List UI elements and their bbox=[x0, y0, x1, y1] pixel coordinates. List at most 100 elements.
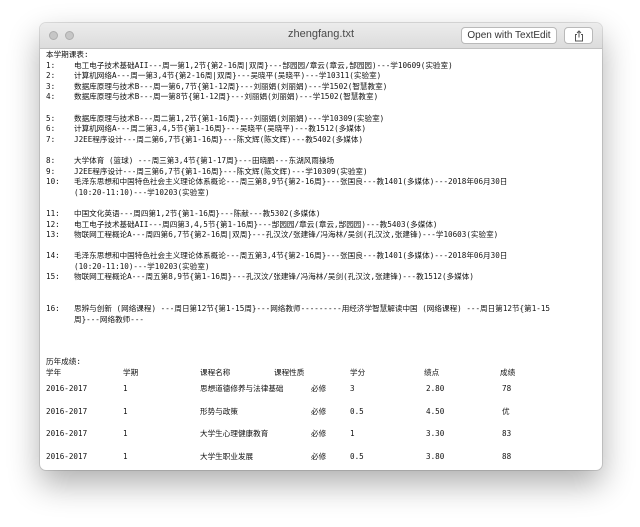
schedule-row: 16: 思辨与创新 (网络课程) ---周日第12节{第1-15周}---网络教师… bbox=[46, 304, 602, 315]
schedule-row-text: 物联网工程概论A---周五第8,9节{第1-16周}---孔汉汶/张建锋/冯海林… bbox=[74, 272, 474, 282]
schedule-row: 8: 大学体育 (篮球) ---周三第3,4节{第1-17周}---田晓鹏---东… bbox=[46, 156, 602, 167]
schedule-row: 周}---网络教师--- bbox=[46, 315, 602, 326]
schedule-row-number: 8: bbox=[46, 155, 56, 165]
grade-cell-term: 1 bbox=[123, 451, 128, 461]
schedule-row-number: 12: bbox=[46, 219, 60, 229]
schedule-row bbox=[46, 198, 602, 209]
open-with-textedit-button[interactable]: Open with TextEdit bbox=[461, 27, 557, 44]
schedule-row: 14: 毛泽东思想和中国特色社会主义理论体系概论---周五第3,4节{第2-16周… bbox=[46, 251, 602, 262]
schedule-row-number: 2: bbox=[46, 71, 56, 81]
schedule-row: 5: 数据库原理与技术B---周二第1,2节{第1-16周}---刘丽娟(刘丽娟)… bbox=[46, 114, 602, 125]
grade-cell-type: 必修 bbox=[311, 451, 327, 461]
schedule-title: 本学期课表: bbox=[46, 50, 89, 59]
schedule-row-number: 15: bbox=[46, 272, 60, 282]
header-course: 课程名称 bbox=[200, 367, 231, 377]
schedule-row-number bbox=[46, 294, 74, 305]
schedule-row-number: 9: bbox=[46, 166, 56, 176]
grades-title: 历年成绩: bbox=[46, 357, 81, 367]
close-window-icon[interactable] bbox=[49, 31, 58, 40]
grade-cell-year: 2016-2017 bbox=[46, 406, 88, 416]
schedule-row-text: 毛泽东思想和中国特色社会主义理论体系概论---周五第3,4节{第2-16周}--… bbox=[74, 251, 508, 261]
grade-cell-point: 4.50 bbox=[426, 406, 445, 416]
grade-row: 2016-2017 1 大学生心理健康教育 必修 1 3.30 83 bbox=[46, 423, 602, 446]
schedule-row-number: 13: bbox=[46, 230, 60, 240]
schedule-row: 4: 数据库原理与技术B---周一第8节{第1-12周}---刘丽娟(刘丽娟)--… bbox=[46, 92, 602, 103]
grade-row: 2016-2017 1 思想道德修养与法律基础 必修 3 2.80 78 bbox=[46, 378, 602, 401]
header-credit: 学分 bbox=[350, 367, 366, 377]
schedule-row-text: 计算机网络A---周二第3,4,5节{第1-16周}---吴晓平(吴晓平)---… bbox=[74, 124, 367, 134]
schedule-row-text: (10:20-11:10)---学10203(实验室) bbox=[74, 261, 210, 271]
grade-cell-course: 大学生心理健康教育 bbox=[200, 429, 269, 439]
grade-cell-credit: 3 bbox=[350, 384, 355, 394]
header-point: 绩点 bbox=[424, 367, 440, 377]
grade-cell-point: 2.80 bbox=[426, 384, 445, 394]
schedule-row: (10:20-11:10)---学10203(实验室) bbox=[46, 262, 602, 273]
grade-cell-year: 2016-2017 bbox=[46, 429, 88, 439]
schedule-row: 12: 电工电子技术基础AII---周四第3,4,5节{第1-16周}---郜园园… bbox=[46, 220, 602, 231]
schedule-row-number bbox=[46, 241, 74, 252]
fullscreen-window-icon[interactable] bbox=[65, 31, 74, 40]
schedule-row-text: 电工电子技术基础AII---周四第3,4,5节{第1-16周}---郜园园/章云… bbox=[74, 219, 438, 229]
schedule-row: 6: 计算机网络A---周二第3,4,5节{第1-16周}---吴晓平(吴晓平)-… bbox=[46, 124, 602, 135]
grade-cell-score: 78 bbox=[502, 384, 512, 394]
schedule-row-number bbox=[46, 262, 74, 273]
schedule-row-text: 电工电子技术基础AII---周一第1,2节{第2-16周|双周}---郜园园/章… bbox=[74, 60, 453, 70]
schedule-row-number bbox=[46, 145, 74, 156]
schedule-row-number: 3: bbox=[46, 81, 56, 91]
grade-cell-course: 思想道德修养与法律基础 bbox=[200, 384, 284, 394]
schedule-row-text: 数据库原理与技术B---周一第6,7节{第1-12周}---刘丽娟(刘丽娟)--… bbox=[74, 81, 388, 91]
grade-cell-term: 1 bbox=[123, 429, 128, 439]
grade-cell-term: 1 bbox=[123, 406, 128, 416]
grade-cell-course: 大学生职业发展 bbox=[200, 451, 254, 461]
schedule-row-text: 计算机网络A---周一第3,4节{第2-16周|双周}---吴晓平(吴晓平)--… bbox=[74, 71, 382, 81]
schedule-row-text: (10:20-11:10)---学10203(实验室) bbox=[74, 187, 210, 197]
schedule-row-text: 中国文化英语---周四第1,2节{第1-16周}---陈献---教5302(多媒… bbox=[74, 208, 321, 218]
schedule-row-number: 10: bbox=[46, 177, 60, 187]
textedit-quicklook-window: zhengfang.txt Open with TextEdit 本学期课表: … bbox=[40, 23, 602, 470]
grades-header-row: 学年 学期 课程名称 课程性质 学分 绩点 成绩 bbox=[46, 368, 602, 379]
schedule-row-number bbox=[46, 198, 74, 209]
schedule-row-number: 6: bbox=[46, 124, 56, 134]
schedule-row-text: 数据库原理与技术B---周一第8节{第1-12周}---刘丽娟(刘丽娟)---学… bbox=[74, 92, 379, 102]
schedule-row-number: 14: bbox=[46, 251, 60, 261]
schedule-row: 3: 数据库原理与技术B---周一第6,7节{第1-12周}---刘丽娟(刘丽娟)… bbox=[46, 82, 602, 93]
grade-cell-type: 必修 bbox=[311, 406, 327, 416]
grade-cell-year: 2016-2017 bbox=[46, 384, 88, 394]
schedule-row: 15: 物联网工程概论A---周五第8,9节{第1-16周}---孔汉汶/张建锋/… bbox=[46, 272, 602, 283]
schedule-row-number: 1: bbox=[46, 60, 56, 70]
schedule-row-text: J2EE程序设计---周二第6,7节{第1-16周}---陈文辉(陈文辉)---… bbox=[74, 134, 364, 144]
grade-cell-type: 必修 bbox=[311, 384, 327, 394]
schedule-row: 10: 毛泽东思想和中国特色社会主义理论体系概论---周三第8,9节{第2-16周… bbox=[46, 177, 602, 188]
schedule-row: (10:20-11:10)---学10203(实验室) bbox=[46, 188, 602, 199]
grade-cell-point: 3.80 bbox=[426, 451, 445, 461]
share-button[interactable] bbox=[564, 27, 593, 44]
schedule-row-number: 5: bbox=[46, 113, 56, 123]
schedule-row: 13: 物联网工程概论A---周四第6,7节{第2-16周|双周}---孔汉汶/张… bbox=[46, 230, 602, 241]
schedule-row-text: 思辨与创新 (网络课程) ---周日第12节{第1-15周}---网络教师---… bbox=[74, 304, 551, 314]
schedule-row-number bbox=[46, 103, 74, 114]
header-term: 学期 bbox=[123, 367, 139, 377]
schedule-row-text: J2EE程序设计---周三第6,7节{第1-16周}---陈文辉(陈文辉)---… bbox=[74, 166, 368, 176]
title-bar: zhengfang.txt Open with TextEdit bbox=[40, 23, 602, 49]
grade-row: 2016-2017 1 形势与政策 必修 0.5 4.50 优 bbox=[46, 401, 602, 424]
grade-cell-credit: 1 bbox=[350, 429, 355, 439]
schedule-row: 9: J2EE程序设计---周三第6,7节{第1-16周}---陈文辉(陈文辉)-… bbox=[46, 167, 602, 178]
schedule-row-text: 毛泽东思想和中国特色社会主义理论体系概论---周三第8,9节{第2-16周}--… bbox=[74, 177, 508, 187]
schedule-row-text: 周}---网络教师--- bbox=[74, 314, 144, 324]
grade-cell-score: 88 bbox=[502, 451, 512, 461]
schedule-row bbox=[46, 294, 602, 305]
schedule-row-number: 4: bbox=[46, 92, 56, 102]
file-content: 本学期课表: 1: 电工电子技术基础AII---周一第1,2节{第2-16周|双周… bbox=[40, 49, 602, 470]
grade-cell-point: 3.30 bbox=[426, 429, 445, 439]
schedule-row: 7: J2EE程序设计---周二第6,7节{第1-16周}---陈文辉(陈文辉)-… bbox=[46, 135, 602, 146]
schedule-row bbox=[46, 241, 602, 252]
schedule-row-number bbox=[46, 188, 74, 199]
grade-row: 2016-2017 1 大学生职业发展 必修 0.5 3.80 88 bbox=[46, 446, 602, 469]
grade-cell-course: 形势与政策 bbox=[200, 406, 238, 416]
grade-cell-credit: 0.5 bbox=[350, 451, 364, 461]
grade-cell-year: 2016-2017 bbox=[46, 451, 88, 461]
schedule-row: 11: 中国文化英语---周四第1,2节{第1-16周}---陈献---教5302… bbox=[46, 209, 602, 220]
grade-cell-term: 1 bbox=[123, 384, 128, 394]
schedule-row-text: 数据库原理与技术B---周二第1,2节{第1-16周}---刘丽娟(刘丽娟)--… bbox=[74, 113, 385, 123]
grade-cell-credit: 0.5 bbox=[350, 406, 364, 416]
